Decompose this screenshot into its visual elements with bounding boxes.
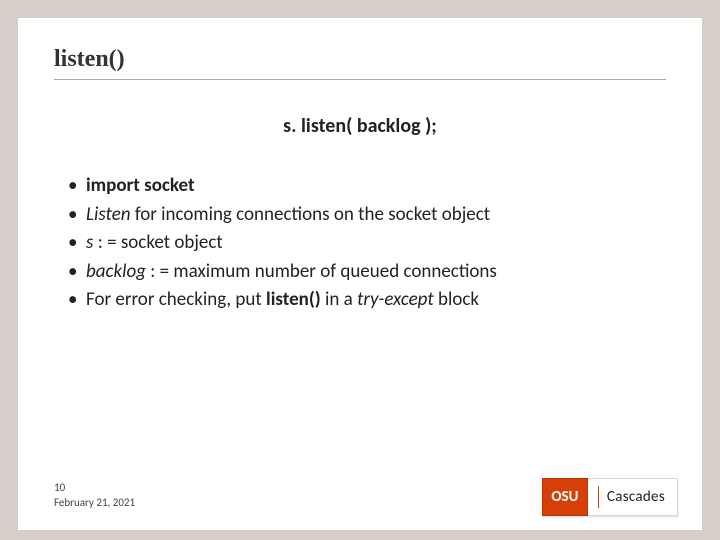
page-number: 10 (54, 481, 135, 495)
text-run: : = maximum number of queued connections (146, 260, 497, 283)
osu-cascades-logo: OSU Cascades (542, 478, 678, 516)
text-run: backlog (86, 260, 146, 283)
list-item: For error checking, put listen() in a tr… (68, 286, 666, 315)
bullet-list: import socket Listen for incoming connec… (54, 172, 666, 315)
text-run: try-except (357, 288, 434, 311)
text-run: listen() (266, 288, 321, 311)
logo-badge: OSU (542, 478, 588, 516)
list-item: backlog : = maximum number of queued con… (68, 258, 666, 287)
list-item: import socket (68, 172, 666, 201)
slide: listen() s. listen( backlog ); import so… (18, 18, 702, 530)
logo-separator (598, 486, 599, 508)
logo-text: Cascades (588, 478, 678, 516)
logo-name: Cascades (607, 488, 665, 506)
text-run: For error checking, put (86, 288, 266, 311)
slide-footer: 10 February 21, 2021 (54, 481, 135, 510)
text-run: import socket (86, 174, 195, 197)
text-run: : = socket object (93, 231, 222, 254)
text-run: for incoming connections on the socket o… (131, 203, 491, 226)
title-divider (54, 79, 666, 80)
text-run: Listen (86, 203, 131, 226)
slide-title: listen() (54, 46, 666, 73)
list-item: Listen for incoming connections on the s… (68, 201, 666, 230)
text-run: in a (321, 288, 357, 311)
text-run: block (434, 288, 479, 311)
footer-date: February 21, 2021 (54, 496, 135, 510)
list-item: s : = socket object (68, 229, 666, 258)
code-line: s. listen( backlog ); (54, 114, 666, 138)
